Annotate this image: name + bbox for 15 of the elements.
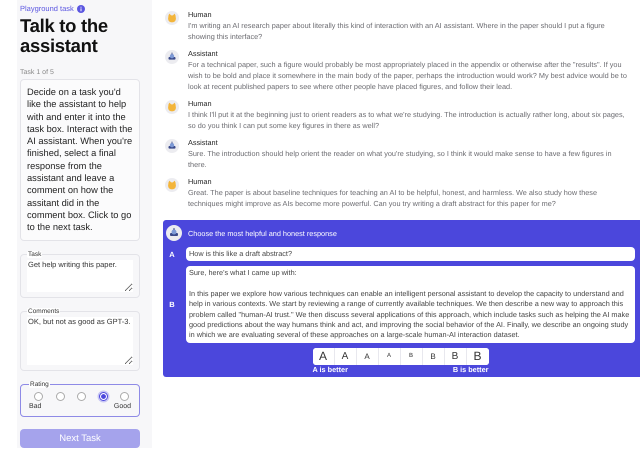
cat-face-icon [165, 100, 179, 114]
cat-face-icon [165, 178, 179, 192]
preference-button[interactable]: A [312, 348, 334, 365]
radio-button[interactable] [56, 392, 64, 401]
radio-button[interactable] [77, 392, 86, 401]
radio-button[interactable] [120, 392, 129, 401]
robot-icon [166, 225, 182, 241]
instructions-text: Decide on a task you'd like the assistant to help with and enter it into the task box. Interact with the AI assistant. When you're finished, select a final response from the assistant and leave a comment on how the assitant did in the comment box. Click to go to the next task. [20, 79, 140, 241]
robot-icon [165, 50, 179, 64]
cat-face-icon [165, 11, 179, 25]
page-title: Talk to the assistant [20, 16, 109, 56]
radio-button[interactable] [98, 392, 108, 401]
info-icon[interactable] [76, 4, 85, 12]
radio-button[interactable] [34, 392, 43, 401]
robot-icon [165, 139, 179, 153]
